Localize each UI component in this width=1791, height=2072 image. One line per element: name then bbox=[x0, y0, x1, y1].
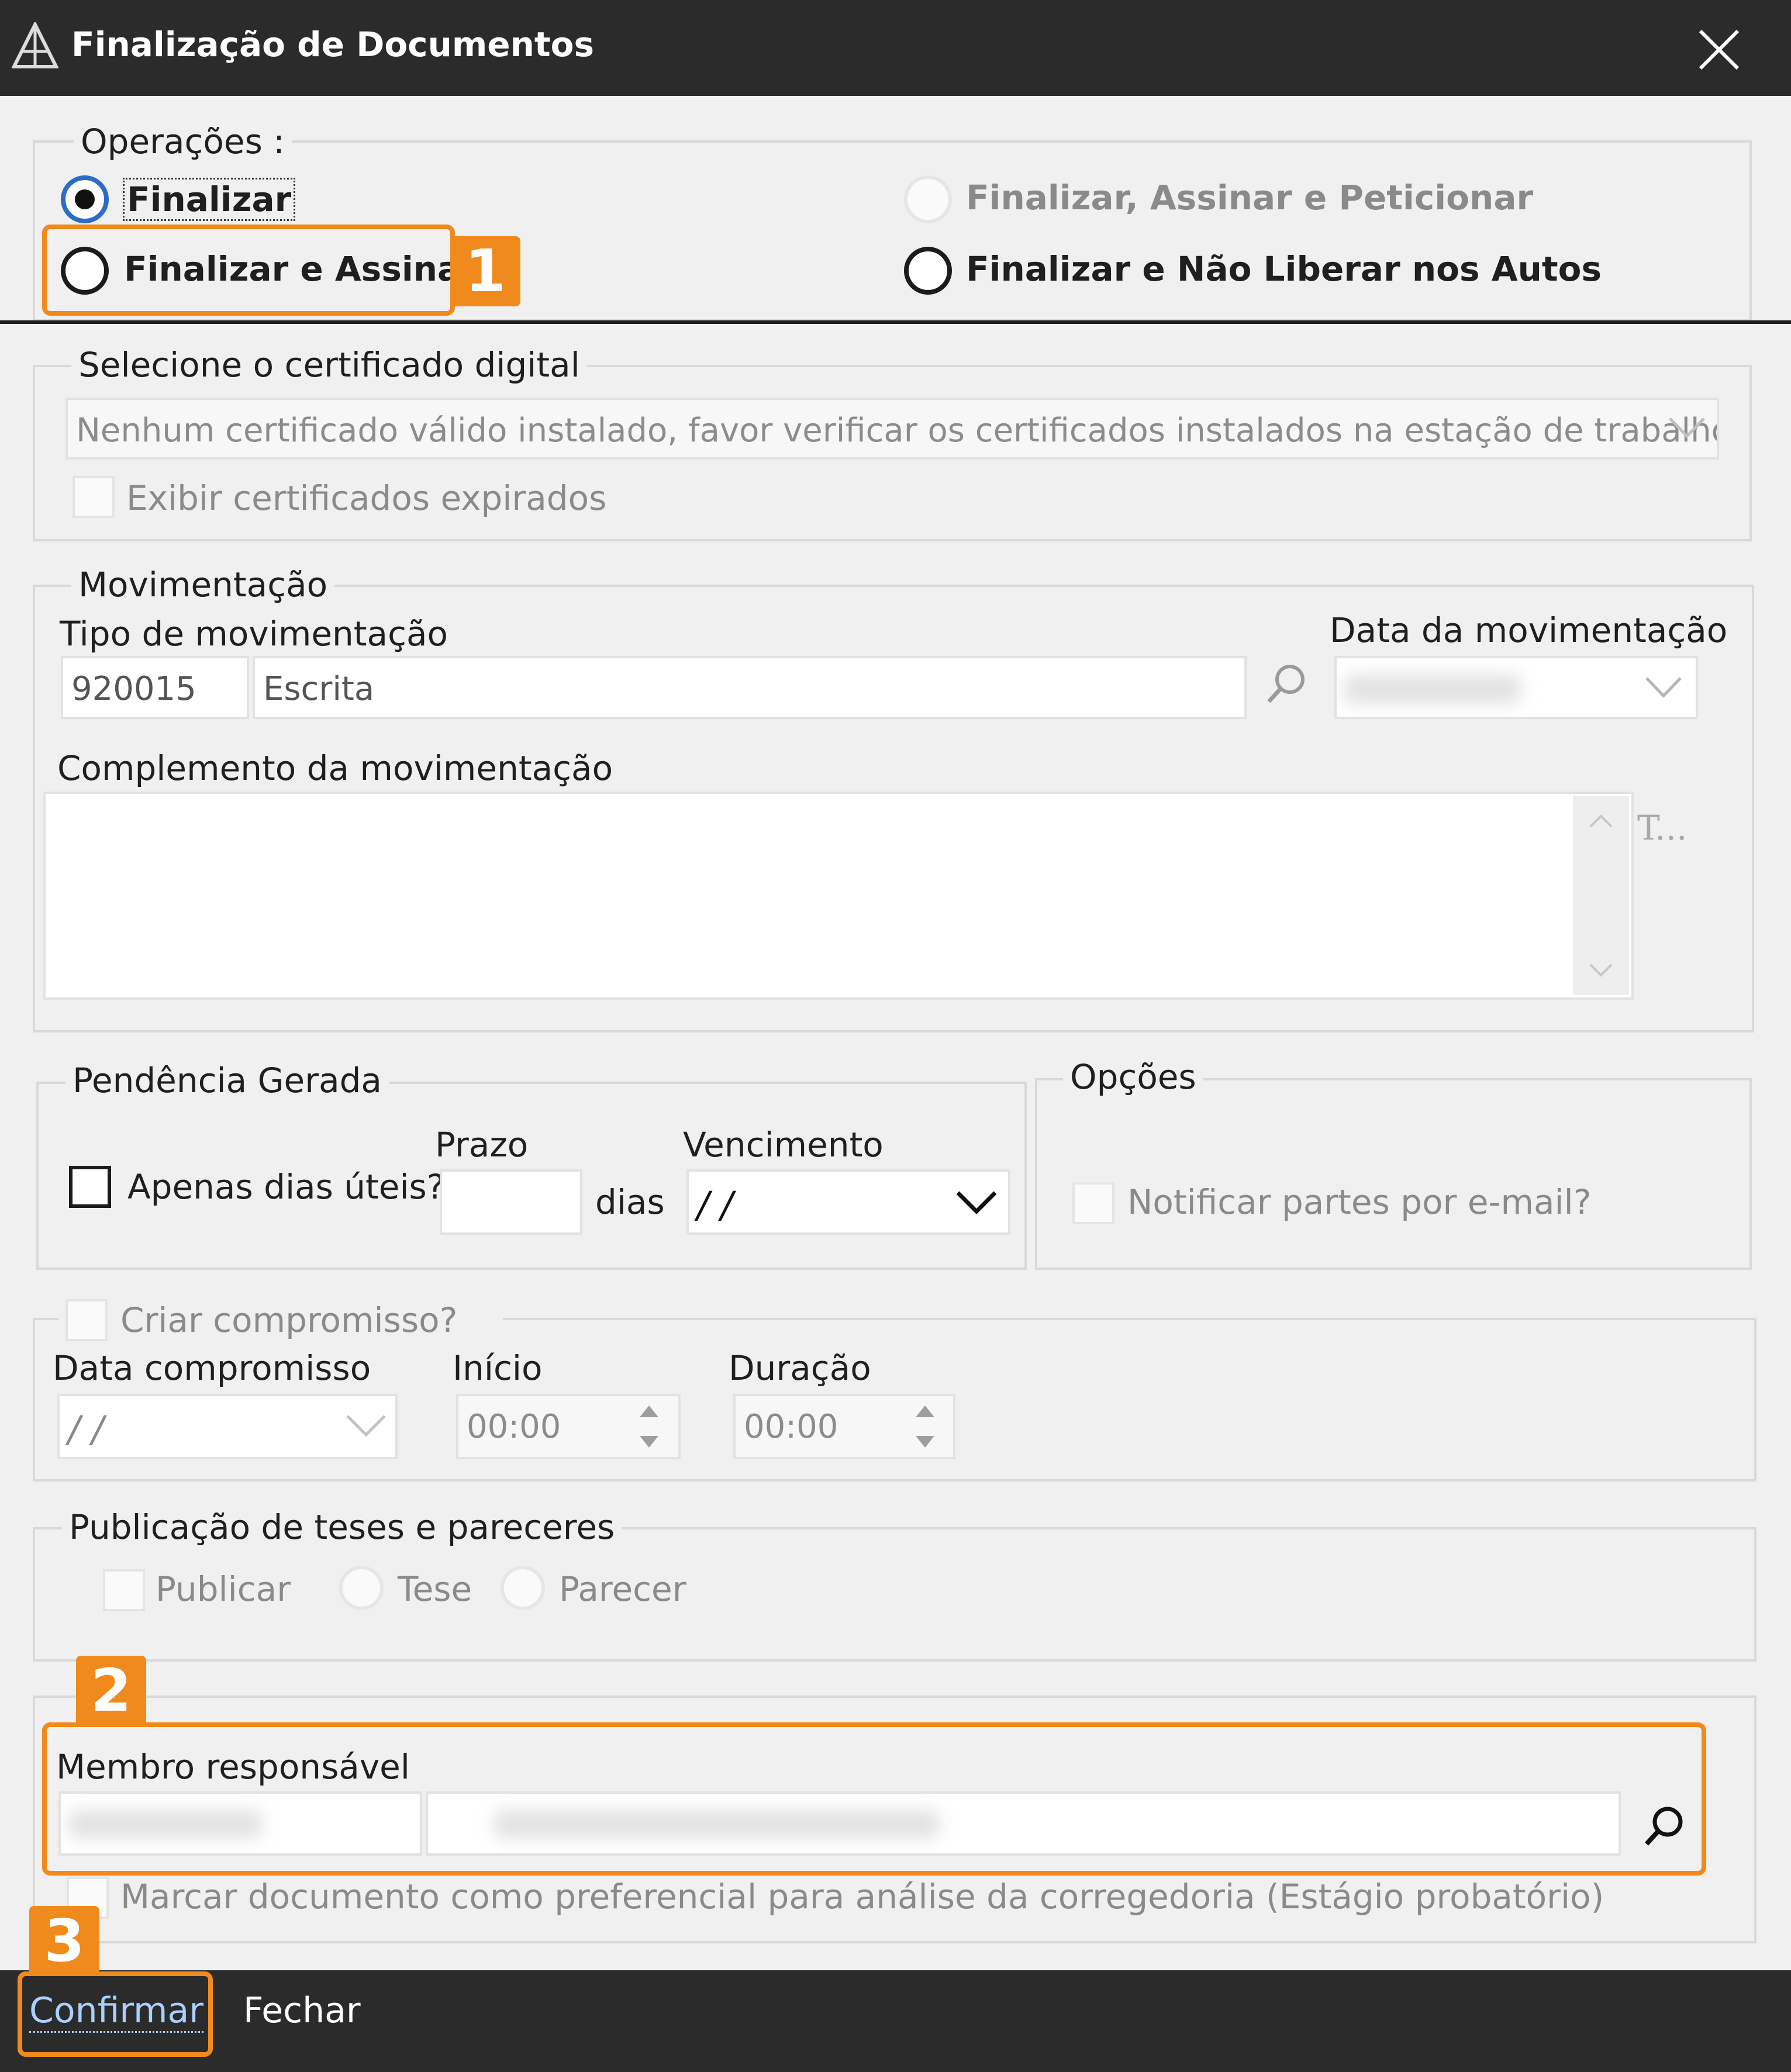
title-bar: Finalização de Documentos bbox=[0, 0, 1791, 99]
tipo-movimentacao-name-input[interactable]: Escrita bbox=[253, 656, 1247, 719]
movimentacao-legend: Movimentação bbox=[71, 565, 335, 605]
certificado-legend: Selecione o certificado digital bbox=[71, 345, 587, 385]
label-apenas-dias-uteis[interactable]: Apenas dias úteis? bbox=[127, 1167, 445, 1207]
label-dias: dias bbox=[595, 1182, 665, 1222]
label-complemento: Complemento da movimentação bbox=[57, 748, 613, 788]
data-compromisso-value: / / bbox=[68, 1408, 104, 1451]
label-tipo-movimentacao: Tipo de movimentação bbox=[60, 614, 448, 654]
checkbox-apenas-dias-uteis[interactable] bbox=[69, 1166, 111, 1208]
publicacao-group bbox=[33, 1527, 1757, 1662]
vencimento-chevron-down-icon[interactable] bbox=[954, 1186, 999, 1221]
radio-finalizar-nao-liberar[interactable] bbox=[904, 247, 952, 295]
section-divider bbox=[0, 320, 1791, 324]
opcoes-legend: Opções bbox=[1063, 1057, 1203, 1097]
label-finalizar[interactable]: Finalizar bbox=[123, 178, 296, 221]
prazo-input[interactable] bbox=[440, 1169, 582, 1235]
label-prazo: Prazo bbox=[435, 1125, 529, 1165]
window-title: Finalização de Documentos bbox=[71, 25, 595, 64]
fechar-label[interactable]: Fechar bbox=[243, 1990, 361, 2031]
label-data-compromisso: Data compromisso bbox=[53, 1348, 371, 1388]
callout-3-badge: 3 bbox=[29, 1906, 99, 1976]
app-logo-icon bbox=[11, 20, 59, 71]
complemento-scrollbar[interactable] bbox=[1573, 796, 1629, 995]
inicio-spinner-icon bbox=[633, 1398, 665, 1457]
radio-tese bbox=[339, 1566, 384, 1610]
label-parecer: Parecer bbox=[559, 1569, 686, 1609]
label-finalizar-assinar-peticionar: Finalizar, Assinar e Peticionar bbox=[966, 178, 1534, 217]
certificado-select-value: Nenhum certificado válido instalado, fav… bbox=[76, 412, 1719, 450]
label-vencimento: Vencimento bbox=[683, 1125, 884, 1165]
membro-name-input[interactable] bbox=[426, 1791, 1621, 1856]
data-movimentacao-chevron-down-icon[interactable] bbox=[1643, 672, 1684, 704]
callout-1-badge: 1 bbox=[450, 236, 520, 306]
radio-finalizar-assinar-peticionar bbox=[904, 175, 952, 223]
callout-1-frame bbox=[42, 225, 455, 316]
vencimento-value: / / bbox=[697, 1183, 733, 1226]
publicacao-legend: Publicação de teses e pareceres bbox=[62, 1507, 622, 1547]
complemento-side-text: T... bbox=[1637, 808, 1688, 848]
label-inicio: Início bbox=[453, 1348, 543, 1388]
radio-finalizar[interactable] bbox=[61, 175, 109, 223]
label-membro-responsavel: Membro responsável bbox=[56, 1747, 410, 1787]
duracao-spinner-icon bbox=[909, 1398, 941, 1457]
membro-search-icon[interactable] bbox=[1641, 1803, 1688, 1852]
label-criar-compromisso: Criar compromisso? bbox=[120, 1300, 458, 1340]
label-duracao: Duração bbox=[729, 1348, 871, 1388]
label-preferencial: Marcar documento como preferencial para … bbox=[120, 1877, 1604, 1916]
label-finalizar-nao-liberar[interactable]: Finalizar e Não Liberar nos Autos bbox=[966, 249, 1602, 289]
label-tese: Tese bbox=[398, 1569, 472, 1609]
search-icon[interactable] bbox=[1263, 661, 1310, 710]
checkbox-notificar-email bbox=[1072, 1182, 1114, 1224]
pendencia-legend: Pendência Gerada bbox=[65, 1061, 389, 1100]
tipo-movimentacao-code-input[interactable]: 920015 bbox=[61, 656, 249, 719]
callout-2-badge: 2 bbox=[76, 1656, 146, 1726]
checkbox-publicar bbox=[103, 1569, 145, 1611]
checkbox-exibir-expirados bbox=[73, 476, 115, 518]
label-data-movimentacao: Data da movimentação bbox=[1330, 610, 1728, 650]
data-movimentacao-redacted bbox=[1345, 675, 1520, 704]
certificado-select: Nenhum certificado válido instalado, fav… bbox=[65, 398, 1719, 460]
opcoes-group bbox=[1035, 1078, 1752, 1270]
certificado-chevron-down-icon bbox=[1666, 413, 1707, 444]
checkbox-criar-compromisso bbox=[65, 1299, 108, 1341]
data-compromisso-chevron-down-icon bbox=[344, 1409, 388, 1444]
operacoes-legend: Operações : bbox=[74, 122, 292, 161]
membro-code-input[interactable] bbox=[58, 1791, 422, 1856]
complemento-textarea[interactable] bbox=[43, 792, 1634, 1000]
callout-3-frame bbox=[18, 1971, 213, 2057]
close-icon[interactable] bbox=[1696, 26, 1742, 75]
membro-code-redacted bbox=[69, 1810, 262, 1838]
radio-parecer bbox=[501, 1566, 545, 1610]
label-publicar: Publicar bbox=[156, 1569, 291, 1609]
label-exibir-expirados: Exibir certificados expirados bbox=[126, 478, 607, 518]
membro-name-redacted bbox=[495, 1810, 939, 1838]
label-notificar-email: Notificar partes por e-mail? bbox=[1127, 1182, 1592, 1222]
fechar-button[interactable]: Fechar bbox=[243, 1990, 361, 2031]
